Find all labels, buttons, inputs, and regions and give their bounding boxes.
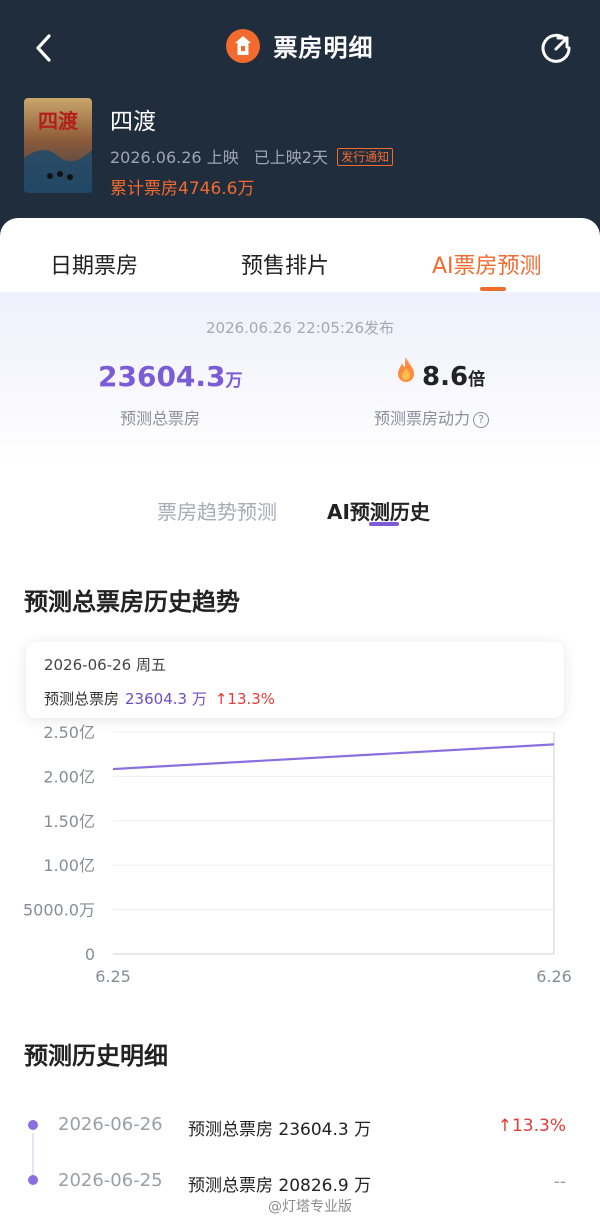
history-row-change: ↑13.3% — [497, 1116, 566, 1136]
chart-tooltip: 2026-06-26 周五 预测总票房 23604.3 万 ↑13.3% — [26, 642, 564, 718]
tooltip-date: 2026-06-26 周五 — [44, 656, 166, 674]
tab-presale-schedule[interactable]: 预售排片 — [241, 248, 329, 280]
y-tick-label: 0 — [85, 945, 95, 964]
total-box-office: 累计票房4746.6万 — [110, 179, 255, 199]
history-row-desc: 预测总票房 20826.9 万 — [188, 1176, 372, 1196]
tooltip-label: 预测总票房 — [44, 690, 120, 708]
y-tick-label: 5000.0万 — [23, 901, 95, 920]
y-tick-label: 1.50亿 — [43, 812, 95, 831]
trend-section-title: 预测总票房历史趋势 — [24, 588, 240, 616]
release-date: 2026.06.26 上映 — [110, 148, 239, 167]
history-row-desc: 预测总票房 23604.3 万 — [188, 1120, 372, 1140]
release-notice-tag[interactable]: 发行通知 — [337, 148, 394, 166]
x-tick-label: 6.25 — [95, 967, 131, 986]
movie-name[interactable]: 四渡 — [110, 102, 156, 136]
tooltip-value: 23604.3 万 — [125, 690, 207, 708]
lighthouse-logo-icon — [226, 28, 261, 63]
x-tick-label: 6.26 — [536, 967, 572, 986]
box-office-power-label: 预测票房动力? — [374, 405, 490, 429]
predicted-total-value: 23604.3万 — [98, 360, 243, 393]
subtab-trend-forecast[interactable]: 票房趋势预测 — [157, 496, 277, 525]
box-office-power-value: 8.6倍 — [422, 362, 486, 392]
active-subtab-indicator — [369, 522, 399, 526]
page-title: 票房明细 — [273, 34, 374, 62]
movie-poster[interactable]: 四渡 — [24, 98, 92, 193]
history-row-change: -- — [553, 1172, 566, 1192]
y-tick-label: 2.50亿 — [43, 723, 95, 742]
predicted-total-label: 预测总票房 — [120, 409, 201, 428]
series-line — [112, 743, 555, 771]
history-row-date: 2026-06-25 — [58, 1170, 163, 1191]
watermark: @灯塔专业版 — [268, 1199, 352, 1215]
active-tab-indicator — [480, 287, 506, 291]
forecast-release-time: 2026.06.26 22:05:26发布 — [205, 319, 395, 337]
navigation-bar: 票房明细 — [0, 0, 600, 92]
timeline-dot — [28, 1175, 38, 1185]
forecast-trend-chart[interactable]: 2.50亿 2.00亿 1.50亿 1.00亿 5000.0万 06.25 6.26 — [0, 718, 600, 990]
y-tick-label: 2.00亿 — [43, 767, 95, 786]
tooltip-row: 预测总票房 23604.3 万 ↑13.3% — [44, 688, 275, 709]
history-section-title: 预测历史明细 — [24, 1042, 168, 1070]
help-icon[interactable]: ? — [473, 412, 490, 428]
tooltip-change: ↑13.3% — [214, 690, 276, 708]
timeline-dot — [28, 1120, 38, 1130]
tab-daily-box-office[interactable]: 日期票房 — [50, 248, 138, 280]
days-released: 已上映2天 — [253, 148, 328, 167]
y-tick-label: 1.00亿 — [43, 856, 95, 875]
flame-icon — [398, 357, 414, 382]
history-row-date: 2026-06-26 — [58, 1114, 163, 1135]
timeline-connector — [32, 1133, 34, 1177]
tab-ai-forecast[interactable]: AI票房预测 — [432, 248, 542, 280]
share-icon — [541, 33, 571, 63]
movie-meta: 2026.06.26 上映 已上映2天 发行通知 — [110, 144, 403, 168]
share-button[interactable] — [536, 28, 576, 68]
poster-title: 四渡 — [38, 109, 79, 133]
subtab-ai-history[interactable]: AI预测历史 — [327, 496, 430, 525]
